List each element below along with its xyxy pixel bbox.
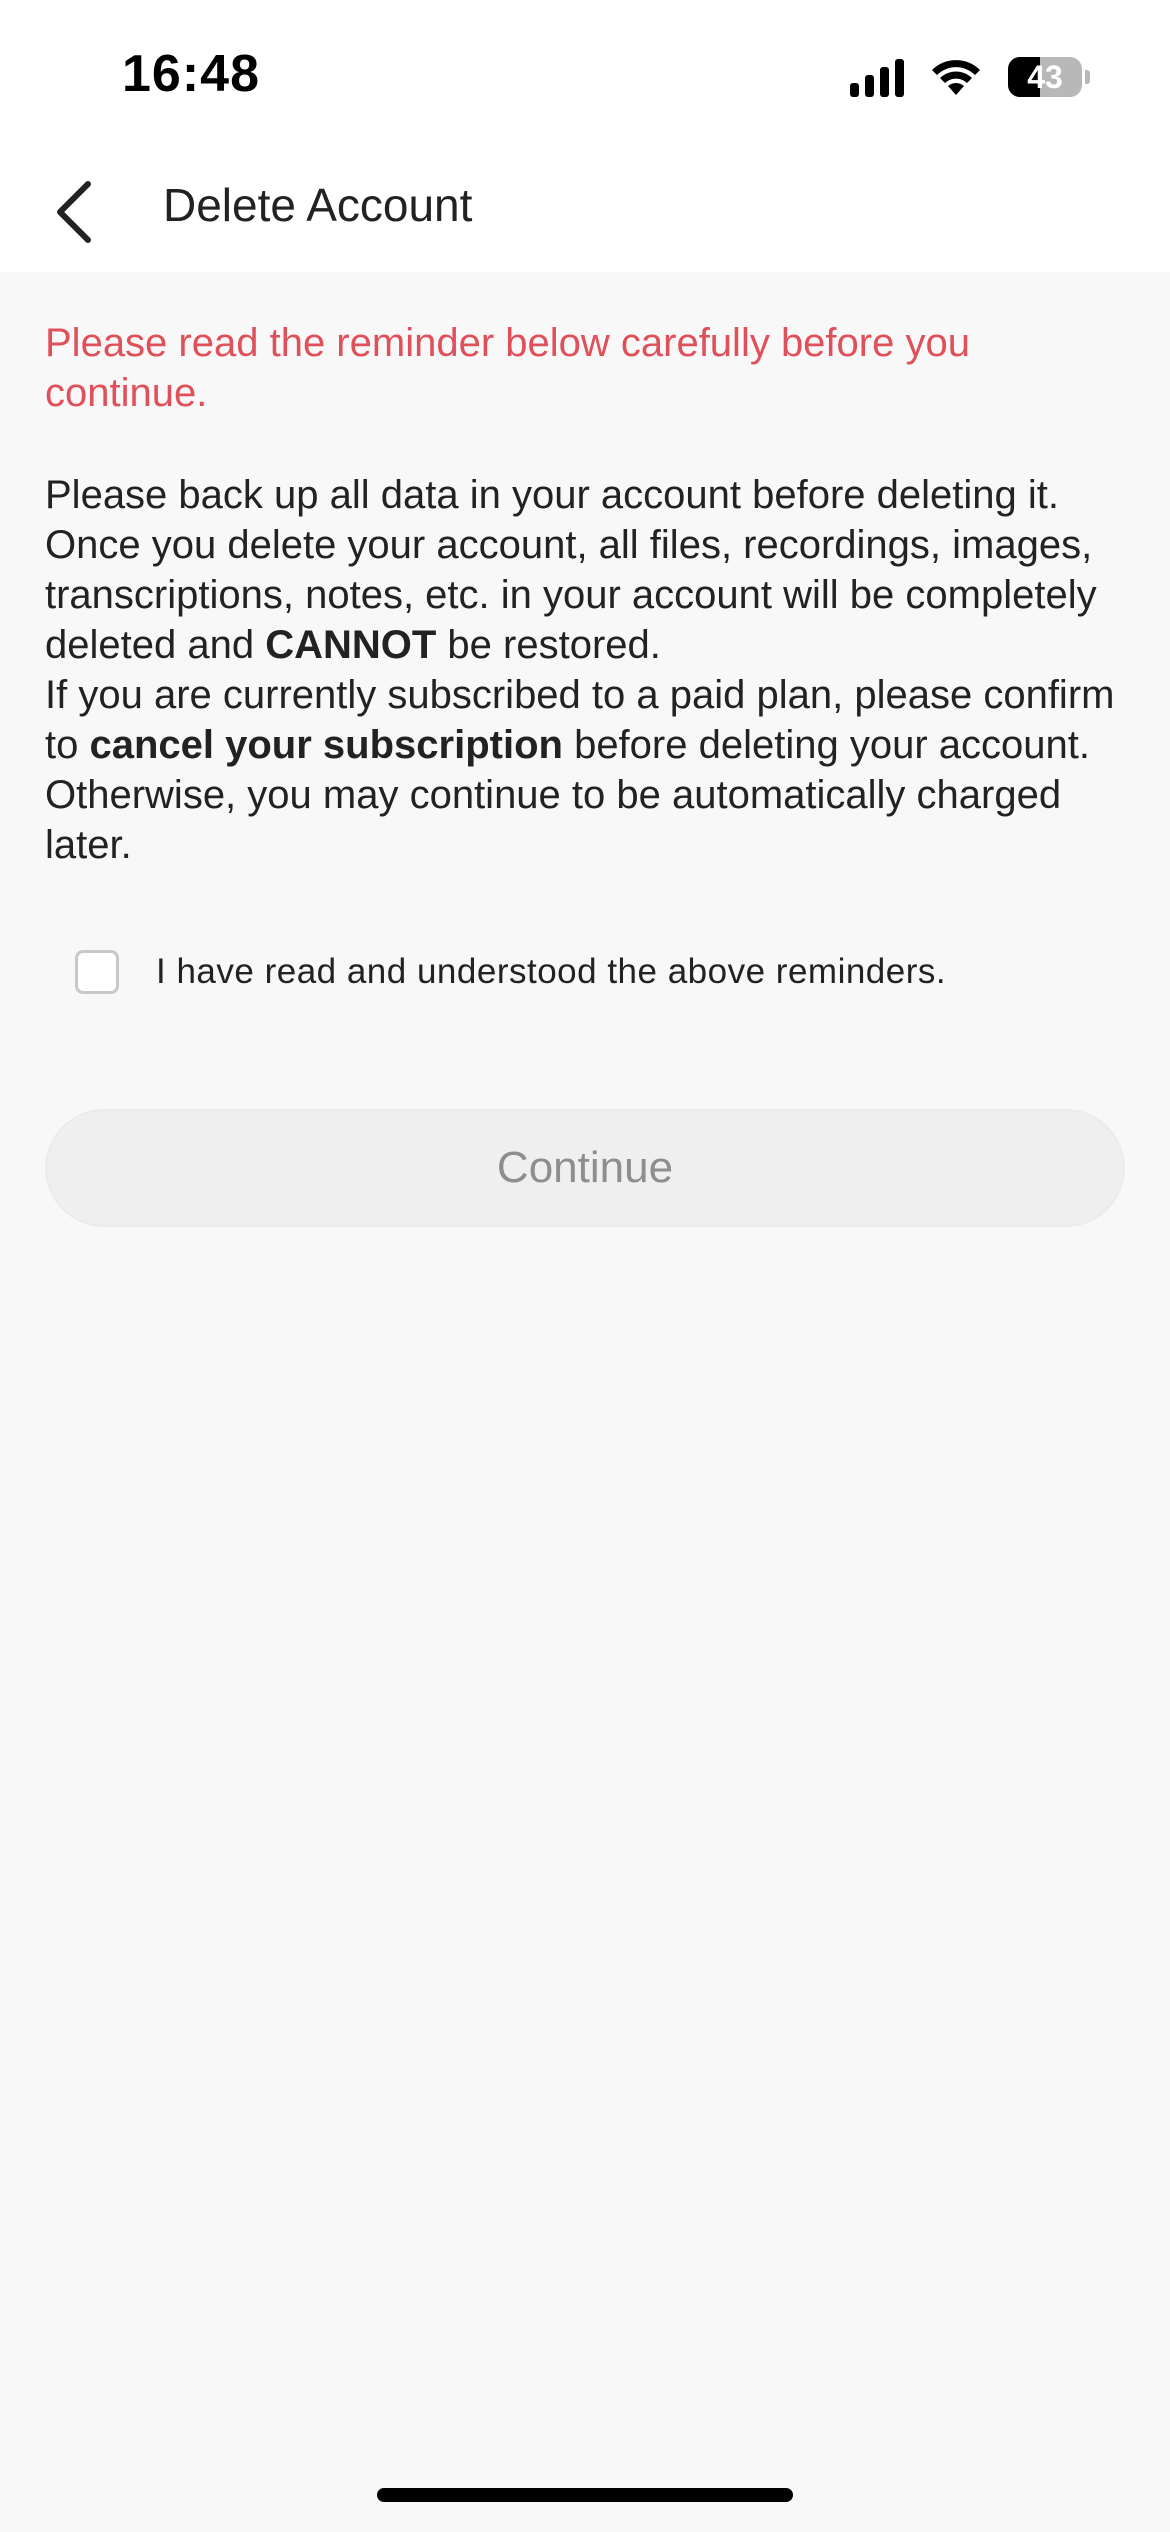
status-icons: 43	[850, 52, 1090, 102]
wifi-icon	[932, 60, 980, 95]
confirm-row[interactable]: I have read and understood the above rem…	[75, 950, 946, 994]
reminder-text-part: be restored.	[436, 623, 661, 667]
warning-text: Please read the reminder below carefully…	[45, 321, 970, 415]
page-title: Delete Account	[163, 179, 473, 231]
battery-icon: 43	[1008, 57, 1082, 97]
reminder-emphasis-cancel: cancel your subscription	[89, 723, 563, 767]
home-indicator[interactable]	[377, 2488, 793, 2502]
content: Please read the reminder below carefully…	[45, 272, 1125, 870]
chevron-left-icon	[57, 181, 91, 243]
nav-bar: Delete Account	[0, 150, 1170, 272]
continue-button[interactable]: Continue	[45, 1109, 1125, 1227]
reminder-text: Please back up all data in your account …	[45, 470, 1130, 870]
signal-icon	[850, 57, 904, 97]
reminder-emphasis-cannot: CANNOT	[265, 623, 437, 667]
battery-cap	[1085, 70, 1090, 84]
back-button[interactable]	[44, 172, 104, 252]
confirm-label[interactable]: I have read and understood the above rem…	[156, 952, 946, 992]
status-time: 16:48	[122, 45, 260, 103]
status-bar: 16:48 43	[0, 0, 1170, 150]
confirm-checkbox[interactable]	[75, 950, 119, 994]
battery-level: 43	[1027, 58, 1063, 95]
